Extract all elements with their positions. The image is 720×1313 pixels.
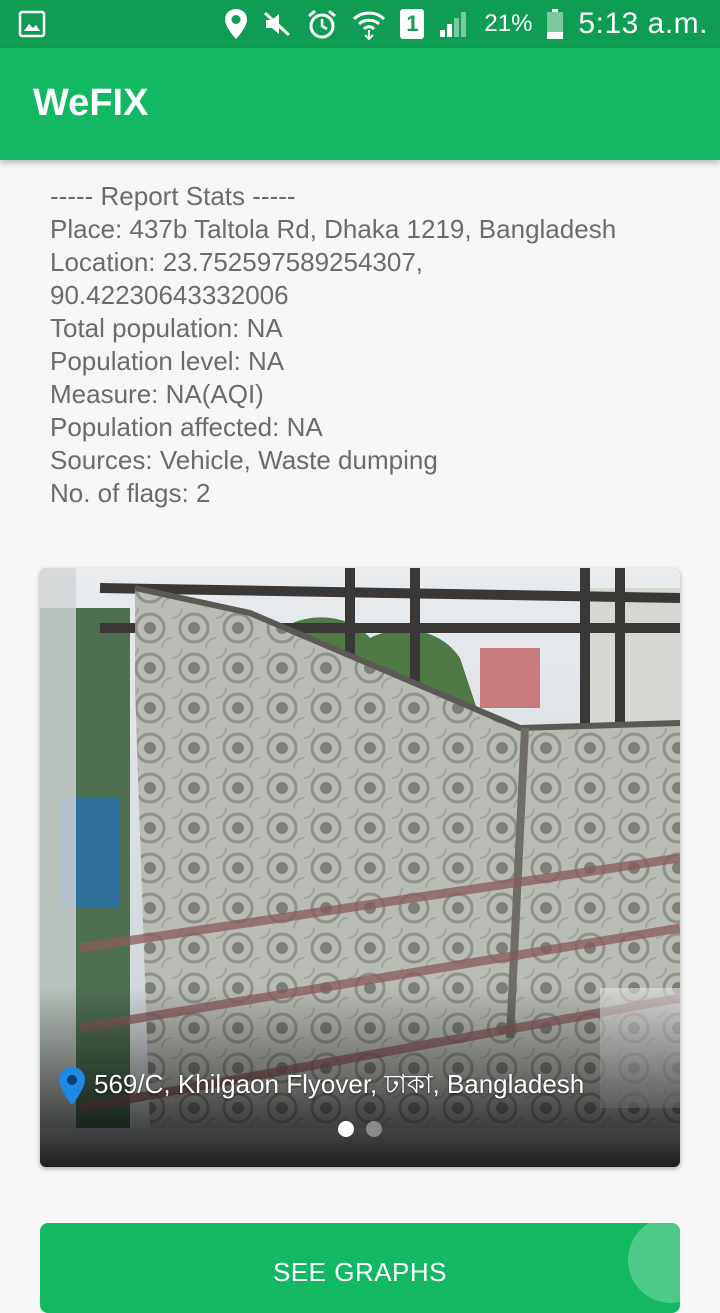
stats-flags: No. of flags: 2 bbox=[50, 478, 211, 508]
stats-total-population: Total population: NA bbox=[50, 313, 283, 343]
carousel-indicator bbox=[338, 1121, 382, 1137]
mute-icon bbox=[264, 11, 291, 37]
photo-location-text: 569/C, Khilgaon Flyover, ঢাকা, Banglades… bbox=[94, 1069, 585, 1099]
battery-percent: 21% bbox=[484, 10, 533, 37]
sim-slot-label: 1 bbox=[406, 11, 419, 36]
stats-header: ----- Report Stats ----- bbox=[50, 181, 296, 211]
location-pin-icon bbox=[59, 1067, 85, 1105]
location-icon bbox=[225, 9, 248, 39]
stats-location: Location: 23.752597589254307, bbox=[50, 247, 424, 277]
stats-measure: Measure: NA(AQI) bbox=[50, 379, 264, 409]
see-graphs-label: SEE GRAPHS bbox=[272, 1257, 448, 1287]
gallery-icon bbox=[18, 10, 46, 38]
sim-icon: 1 bbox=[400, 9, 425, 39]
image-carousel[interactable]: 569/C, Khilgaon Flyover, ঢাকা, Banglades… bbox=[40, 568, 680, 1167]
stats-location-cont: 90.42230643332006 bbox=[50, 280, 289, 310]
stats-population-affected: Population affected: NA bbox=[50, 412, 323, 442]
alarm-icon bbox=[308, 9, 337, 39]
stats-sources: Sources: Vehicle, Waste dumping bbox=[50, 445, 438, 475]
app-bar: WeFIX bbox=[0, 48, 720, 160]
carousel-dot-2[interactable] bbox=[366, 1121, 382, 1137]
report-stats: ----- Report Stats ----- Place: 437b Tal… bbox=[50, 180, 690, 510]
photo-caption: 569/C, Khilgaon Flyover, ঢাকা, Banglades… bbox=[58, 1064, 584, 1108]
carousel-dot-1[interactable] bbox=[338, 1121, 354, 1137]
button-ripple bbox=[628, 1223, 680, 1303]
app-title: WeFIX bbox=[33, 82, 149, 124]
stats-population-level: Population level: NA bbox=[50, 346, 285, 376]
see-graphs-button[interactable]: SEE GRAPHS bbox=[40, 1223, 680, 1313]
wifi-icon bbox=[353, 11, 386, 40]
battery-icon bbox=[547, 9, 564, 39]
clock: 5:13 a.m. bbox=[578, 7, 708, 40]
signal-icon bbox=[440, 12, 467, 37]
stats-place: Place: 437b Taltola Rd, Dhaka 1219, Bang… bbox=[50, 214, 617, 244]
status-bar: 1 21% 5:13 a.m. bbox=[0, 0, 720, 48]
